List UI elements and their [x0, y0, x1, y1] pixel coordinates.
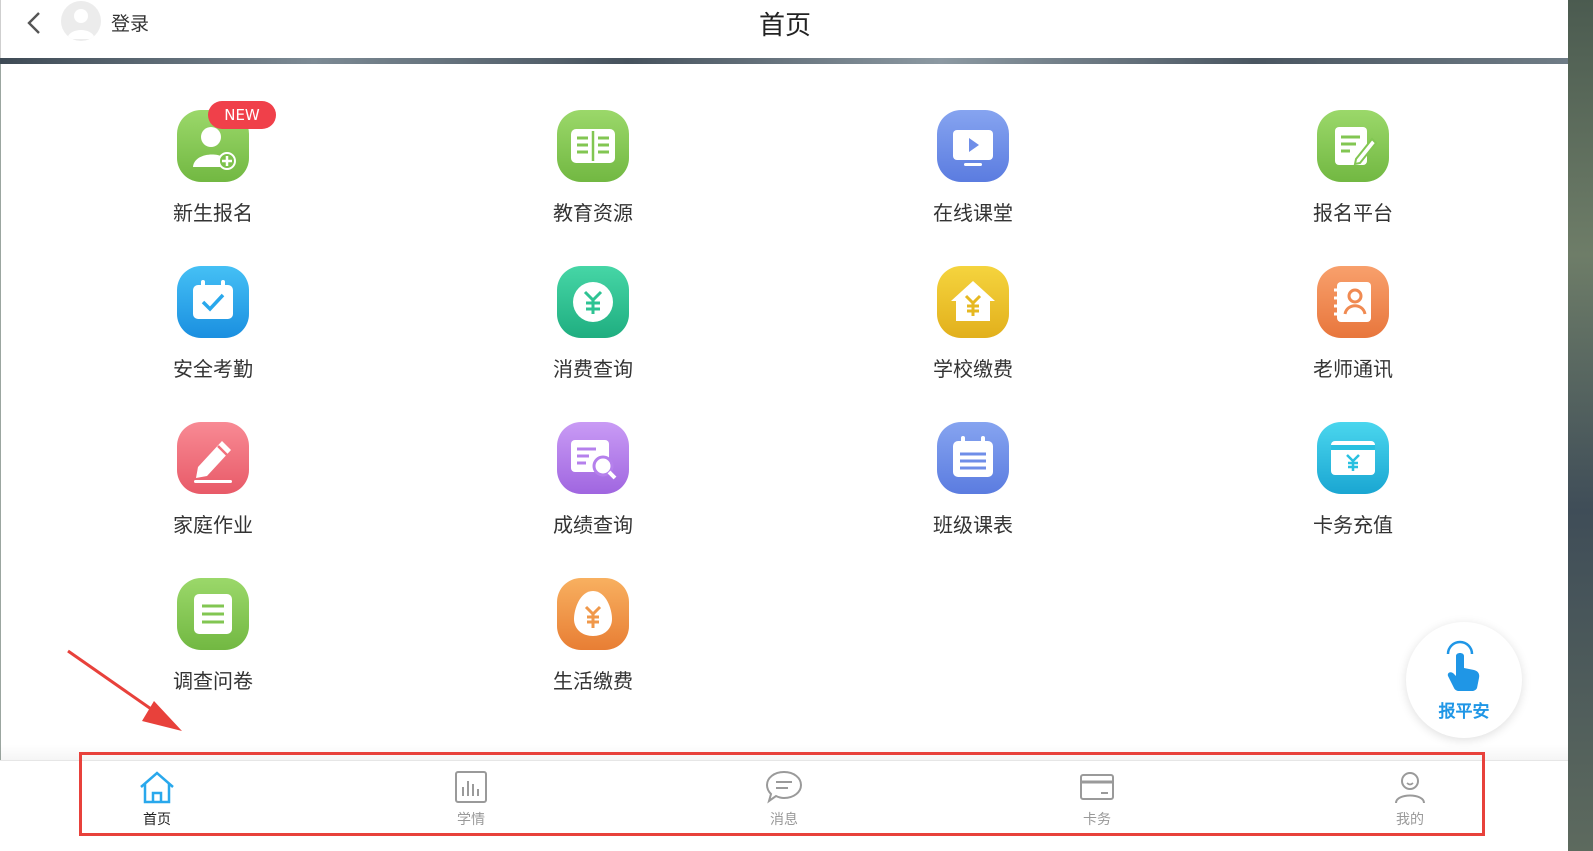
safety-report-button[interactable]: 报平安	[1406, 622, 1522, 738]
tile-school-fee[interactable]: 学校缴费	[903, 265, 1043, 382]
tile-label: 生活缴费	[553, 669, 633, 693]
top-bar: 登录 首页	[0, 0, 1568, 58]
nav-home[interactable]: 首页	[97, 769, 217, 829]
nav-label: 卡务	[1083, 812, 1111, 828]
yuan-card-icon	[1316, 421, 1390, 495]
tile-living-fee[interactable]: 生活缴费	[523, 577, 663, 694]
yuan-house-icon	[936, 265, 1010, 339]
new-badge: NEW	[208, 101, 276, 129]
tile-card-topup[interactable]: 卡务充值	[1283, 421, 1423, 538]
bar-chart-icon	[455, 771, 487, 803]
tile-attendance[interactable]: 安全考勤	[143, 265, 283, 382]
tap-hand-icon	[1446, 640, 1480, 691]
tile-label: 消费查询	[553, 357, 633, 381]
contact-book-icon	[1316, 265, 1390, 339]
tile-homework[interactable]: 家庭作业	[143, 421, 283, 538]
video-play-icon	[936, 109, 1010, 183]
yuan-egg-icon	[556, 577, 630, 651]
nav-label: 学情	[457, 812, 485, 828]
left-border	[0, 64, 1, 851]
home-icon	[140, 771, 174, 804]
tile-label: 在线课堂	[933, 201, 1013, 225]
tile-label: 安全考勤	[173, 357, 253, 381]
chat-bubble-icon	[765, 770, 803, 804]
bottom-nav: 首页 学情 消息 卡务 我的	[0, 760, 1568, 851]
yuan-coin-icon	[556, 265, 630, 339]
tile-online-class[interactable]: 在线课堂	[903, 109, 1043, 226]
tile-label: 新生报名	[173, 201, 253, 225]
tile-label: 家庭作业	[173, 513, 253, 537]
tile-label: 班级课表	[933, 513, 1013, 537]
tile-label: 报名平台	[1313, 201, 1393, 225]
card-icon	[1080, 774, 1114, 800]
background-edge	[1568, 0, 1593, 851]
tile-label: 成绩查询	[553, 513, 633, 537]
annotation-arrow-icon	[67, 649, 182, 731]
banner-strip	[0, 58, 1568, 64]
tile-edu-resources[interactable]: 教育资源	[523, 109, 663, 226]
nav-mine[interactable]: 我的	[1350, 769, 1470, 829]
tile-label: 老师通讯	[1313, 357, 1393, 381]
user-icon	[1395, 772, 1425, 804]
tile-label: 学校缴费	[933, 357, 1013, 381]
tile-label: 卡务充值	[1313, 513, 1393, 537]
tile-timetable[interactable]: 班级课表	[903, 421, 1043, 538]
pencil-icon	[176, 421, 250, 495]
add-user-icon: NEW	[176, 101, 276, 183]
book-icon	[556, 109, 630, 183]
tile-teacher-contacts[interactable]: 老师通讯	[1283, 265, 1423, 382]
fab-label: 报平安	[1438, 702, 1490, 722]
tile-signup-platform[interactable]: 报名平台	[1283, 109, 1423, 226]
nav-label: 我的	[1396, 812, 1424, 828]
calendar-check-icon	[176, 265, 250, 339]
edit-document-icon	[1316, 109, 1390, 183]
search-document-icon	[556, 421, 630, 495]
schedule-icon	[936, 421, 1010, 495]
nav-card[interactable]: 卡务	[1037, 769, 1157, 829]
nav-label: 消息	[770, 812, 798, 828]
tile-spending-query[interactable]: 消费查询	[523, 265, 663, 382]
tile-new-student[interactable]: NEW 新生报名	[143, 101, 283, 226]
tile-label: 教育资源	[553, 201, 633, 225]
list-icon	[176, 577, 250, 651]
nav-label: 首页	[143, 812, 171, 828]
tile-grades[interactable]: 成绩查询	[523, 421, 663, 538]
nav-messages[interactable]: 消息	[724, 769, 844, 829]
nav-shadow	[0, 744, 1568, 760]
nav-study[interactable]: 学情	[411, 769, 531, 829]
page-title: 首页	[758, 11, 811, 41]
